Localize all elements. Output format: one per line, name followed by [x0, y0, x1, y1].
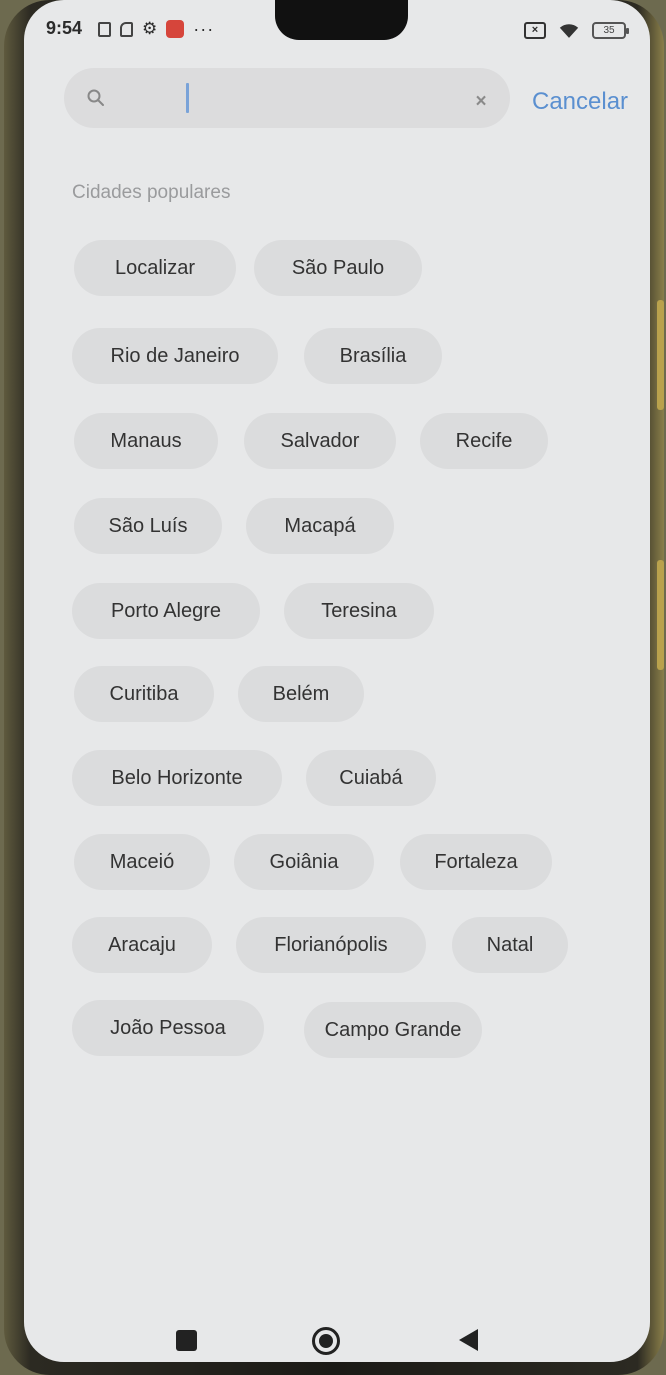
search-field[interactable]	[64, 68, 510, 128]
chip-city[interactable]: Manaus	[74, 413, 218, 469]
chip-city[interactable]: João Pessoa	[72, 1000, 264, 1056]
screen-record-icon	[98, 21, 111, 37]
status-time: 9:54	[46, 18, 83, 38]
sim-icon	[120, 21, 133, 37]
text-cursor	[186, 83, 189, 113]
camera-notch	[275, 0, 408, 40]
chip-city[interactable]: Florianópolis	[236, 917, 426, 973]
chip-city[interactable]: Belo Horizonte	[72, 750, 282, 806]
cancel-button[interactable]: Cancelar	[532, 84, 628, 120]
chip-localizar[interactable]: Localizar	[74, 240, 236, 296]
chip-city[interactable]: Macapá	[246, 498, 394, 554]
chip-city[interactable]: Aracaju	[72, 917, 212, 973]
search-input[interactable]	[122, 78, 442, 118]
section-title: Cidades populares	[72, 182, 231, 203]
chip-city[interactable]: Teresina	[284, 583, 434, 639]
chip-city[interactable]: Rio de Janeiro	[72, 328, 278, 384]
chip-city[interactable]: Campo Grande	[304, 1002, 482, 1058]
chip-city[interactable]: São Luís	[74, 498, 222, 554]
chip-city[interactable]: Fortaleza	[400, 834, 552, 890]
power-button	[657, 560, 664, 670]
chip-city[interactable]: Cuiabá	[306, 750, 436, 806]
gear-icon: ⚙	[142, 19, 158, 38]
chip-city[interactable]: Curitiba	[74, 666, 214, 722]
mail-icon	[166, 20, 185, 38]
chip-city[interactable]: Recife	[420, 413, 548, 469]
clear-search-button[interactable]: ×	[465, 86, 497, 118]
battery-level: 35	[603, 25, 615, 36]
chip-city[interactable]: Maceió	[74, 834, 210, 890]
search-icon	[87, 89, 104, 106]
chip-city[interactable]: Goiânia	[234, 834, 374, 890]
screen: 9:54 ⚙ ··· × 35 × Cancelar Cidades popul…	[24, 0, 650, 1362]
chip-city[interactable]: Porto Alegre	[72, 583, 260, 639]
chip-city[interactable]: São Paulo	[254, 240, 422, 296]
back-button[interactable]	[459, 1329, 478, 1351]
more-dots-icon: ···	[193, 19, 215, 39]
chip-city[interactable]: Belém	[238, 666, 364, 722]
close-icon: ×	[475, 91, 487, 112]
wifi-icon	[559, 24, 579, 38]
recent-apps-button[interactable]	[176, 1330, 197, 1351]
navigation-bar	[24, 1312, 650, 1362]
home-button[interactable]	[312, 1327, 340, 1355]
chip-city[interactable]: Brasília	[304, 328, 442, 384]
no-sim-icon: ×	[524, 22, 546, 39]
battery-icon: 35	[592, 22, 629, 39]
volume-button	[657, 300, 664, 410]
chip-city[interactable]: Salvador	[244, 413, 396, 469]
phone-frame: 9:54 ⚙ ··· × 35 × Cancelar Cidades popul…	[4, 0, 664, 1375]
chip-city[interactable]: Natal	[452, 917, 568, 973]
